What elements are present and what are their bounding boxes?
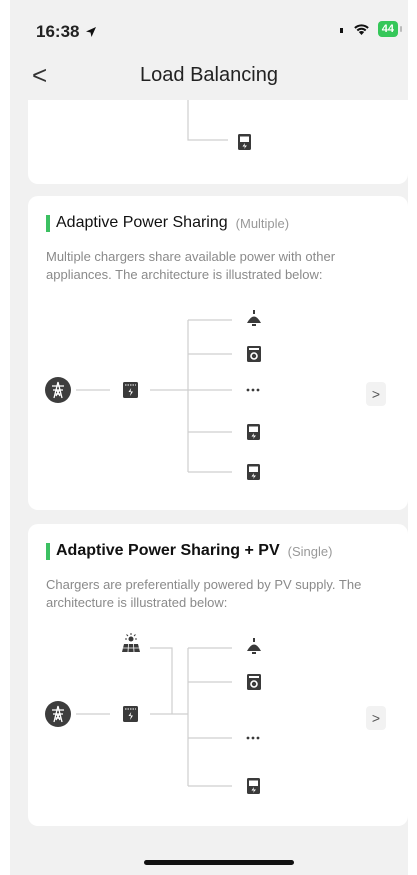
previous-diagram (187, 100, 251, 150)
screen-border-right (408, 0, 417, 875)
grid-tower-icon (45, 701, 71, 727)
grid-tower-icon (45, 377, 71, 403)
page-title: Load Balancing (140, 64, 278, 86)
chevron-right-icon[interactable]: > (366, 706, 386, 730)
meter-icon (123, 382, 138, 398)
previous-mode-card (28, 100, 408, 184)
home-indicator[interactable] (144, 860, 294, 865)
battery-icon: 44 (377, 21, 403, 37)
more-appliances-dots (246, 388, 260, 392)
lamp-icon (247, 638, 261, 654)
charger-icon (247, 778, 260, 794)
status-time-group: 16:38 (36, 22, 97, 42)
more-appliances-dots (246, 736, 260, 740)
status-indicators: 44 (339, 21, 403, 37)
charger-icon (247, 464, 260, 480)
signal-icon (339, 28, 343, 33)
adaptive-power-sharing-card: Adaptive Power Sharing (Multiple) Multip… (28, 196, 408, 510)
adaptive-power-sharing-pv-card: Adaptive Power Sharing + PV (Single) Cha… (28, 524, 408, 826)
status-bar: 16:38 44 (10, 0, 408, 50)
lamp-icon (247, 310, 261, 326)
washer-icon (247, 346, 261, 362)
solar-panel-icon (122, 633, 140, 653)
nav-bar: < Load Balancing (10, 50, 408, 100)
wifi-icon (353, 23, 369, 35)
location-arrow-icon (86, 27, 97, 37)
status-time: 16:38 (36, 22, 80, 41)
architecture-diagram (45, 633, 261, 794)
chevron-right-icon[interactable]: > (366, 382, 386, 406)
screen-border-left (0, 0, 10, 875)
charger-icon (247, 424, 260, 440)
charger-icon (238, 134, 251, 150)
architecture-diagram (45, 310, 261, 480)
washer-icon (247, 674, 261, 690)
meter-icon (123, 706, 138, 722)
